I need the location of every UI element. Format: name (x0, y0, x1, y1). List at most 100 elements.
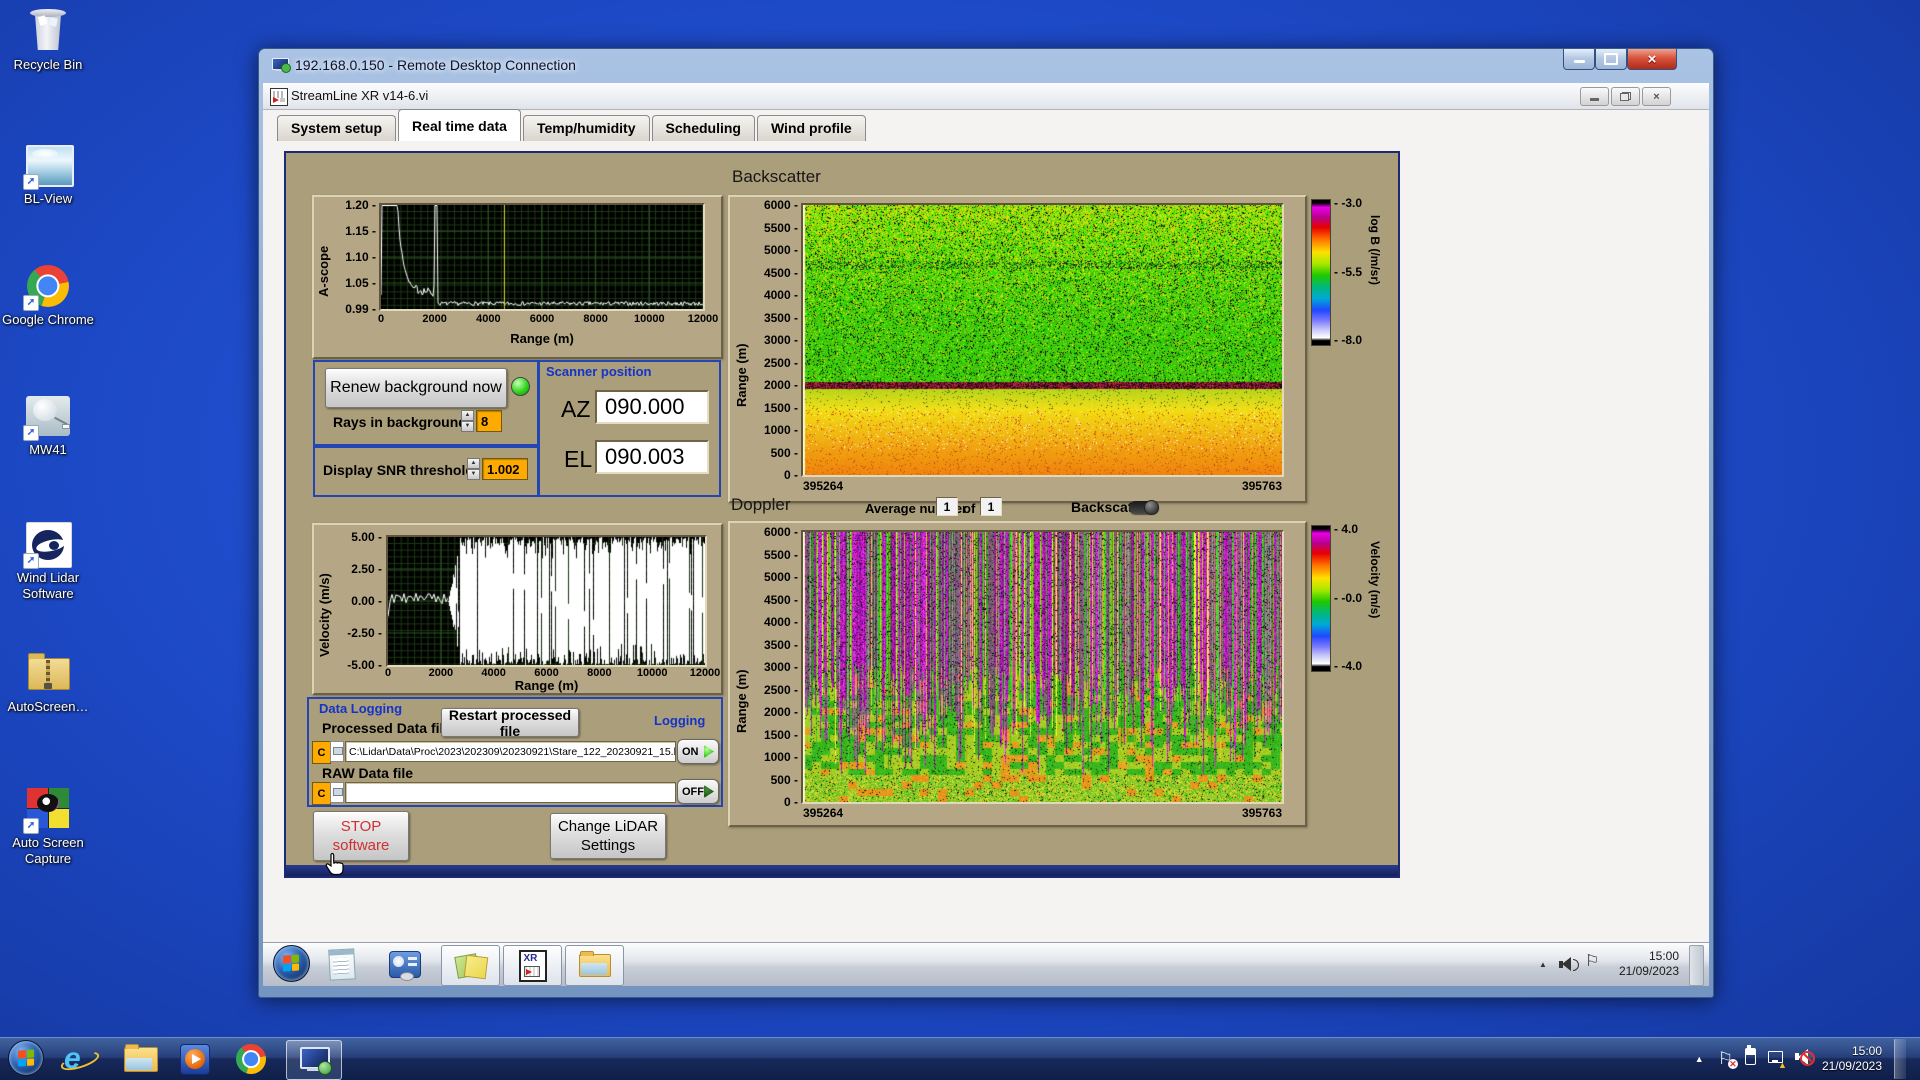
tick-label: -5.5 (1334, 266, 1362, 278)
rays-spinner[interactable]: ▲▼ (461, 410, 474, 432)
maximize-button[interactable] (1595, 49, 1627, 70)
average-number-field[interactable]: 1 (936, 497, 958, 516)
power-icon[interactable] (1745, 1048, 1756, 1070)
app-title: StreamLine XR v14-6.vi (291, 88, 428, 103)
desktop-icon-label: Recycle Bin (0, 57, 96, 73)
backscatter-heatmap (803, 205, 1282, 475)
remote-start-button[interactable] (273, 947, 310, 979)
tab-system-setup[interactable]: System setup (277, 115, 396, 141)
processed-path-field[interactable]: C:\Lidar\Data\Proc\2023\202309\20230921\… (345, 741, 676, 762)
desktop-icon-mw41[interactable]: ➚ MW41 (0, 393, 96, 458)
doppler-ylabel: Range (m) (734, 623, 749, 733)
backscatter-doppler-toggle[interactable] (1129, 501, 1159, 514)
chrome-taskbar-icon[interactable] (236, 1043, 266, 1075)
host-time: 15:00 (1822, 1044, 1882, 1059)
tab-scheduling[interactable]: Scheduling (652, 115, 755, 141)
doppler-colorbar (1311, 525, 1331, 672)
action-center-flag-icon[interactable]: ⚐✕ (1718, 1049, 1733, 1069)
streamline-xr-taskbar-button[interactable]: XR (503, 945, 562, 986)
host-clock[interactable]: 15:00 21/09/2023 (1822, 1044, 1882, 1074)
tick-label: 0.99 (345, 303, 376, 315)
restart-processed-button[interactable]: Restart processed file (441, 708, 579, 737)
desktop-icon-autoscreen-zip[interactable]: AutoScreen… (0, 650, 96, 715)
rays-value-field[interactable]: 8 (476, 410, 502, 432)
tick-label: 0 (378, 313, 384, 325)
processed-logging-toggle[interactable]: ON (677, 739, 719, 764)
raw-drive-selector[interactable]: C (312, 782, 331, 805)
remote-clock[interactable]: 15:00 21/09/2023 (1607, 949, 1679, 979)
snr-value-field[interactable]: 1.002 (482, 458, 528, 480)
tick-label: 2000 (422, 313, 446, 325)
close-button[interactable]: × (1627, 49, 1677, 70)
tick-label: 3500 (764, 639, 798, 651)
on-label: ON (682, 746, 699, 758)
network-icon[interactable]: ▲ (1768, 1050, 1783, 1068)
processed-browse-icon[interactable] (330, 741, 344, 762)
start-button[interactable] (8, 1042, 44, 1074)
app-restore-button[interactable] (1611, 87, 1640, 106)
desktop-icon-label: Wind Lidar Software (0, 570, 96, 602)
az-value-field[interactable]: 090.000 (595, 390, 709, 424)
minimize-button[interactable] (1563, 49, 1595, 70)
rays-label: Rays in background (333, 414, 467, 430)
processed-drive-selector[interactable]: C (312, 741, 331, 764)
app-close-button[interactable]: × (1642, 87, 1671, 106)
raw-logging-toggle[interactable]: OFF (677, 779, 719, 804)
average-total-field[interactable]: 1 (980, 497, 1002, 516)
backscatter-colorbar (1311, 199, 1331, 346)
app-minimize-button[interactable] (1580, 87, 1609, 106)
tick-label: 4500 (764, 267, 798, 279)
desktop-icon-google-chrome[interactable]: ➚ Google Chrome (0, 263, 96, 328)
desktop-icon-label: BL-View (0, 191, 96, 207)
raw-browse-icon[interactable] (330, 782, 344, 803)
remote-show-hidden-icons[interactable]: ▲ (1539, 960, 1547, 969)
show-desktop-button[interactable] (1894, 1039, 1906, 1079)
tab-wind-profile[interactable]: Wind profile (757, 115, 866, 141)
shortcut-arrow-icon: ➚ (23, 818, 39, 834)
tick-label: 5500 (764, 222, 798, 234)
panel-bottom-bar (286, 865, 1398, 876)
windows-explorer-icon[interactable] (124, 1043, 158, 1075)
logging-label: Logging (654, 713, 705, 728)
show-hidden-icons[interactable]: ▲ (1695, 1054, 1704, 1064)
app-titlebar[interactable]: StreamLine XR v14-6.vi × (263, 83, 1709, 110)
change-lidar-settings-button[interactable]: Change LiDAR Settings (550, 813, 666, 859)
tab-temp-humidity[interactable]: Temp/humidity (523, 115, 650, 141)
desktop-icon-bl-view[interactable]: ➚ BL-View (0, 142, 96, 207)
tick-label: 1500 (764, 402, 798, 414)
tick-label: 0 (784, 796, 798, 808)
chrome-icon: ➚ (25, 263, 71, 309)
renew-background-button[interactable]: Renew background now (325, 368, 507, 408)
volume-muted-icon[interactable] (1795, 1049, 1808, 1070)
explorer-taskbar-button[interactable] (565, 945, 624, 986)
desktop-icon-wind-lidar[interactable]: ➚ Wind Lidar Software (0, 521, 96, 602)
sticky-notes-taskbar-button[interactable] (441, 945, 500, 986)
desktop-icon-recycle-bin[interactable]: Recycle Bin (0, 8, 96, 73)
remote-flag-icon[interactable]: ⚐ (1585, 951, 1599, 971)
media-player-icon[interactable] (180, 1043, 210, 1075)
doppler-x-end: 395763 (1182, 806, 1282, 820)
shortcut-arrow-icon: ➚ (23, 295, 39, 311)
notepad-icon[interactable] (329, 948, 355, 980)
tick-label: 4000 (476, 313, 500, 325)
display-settings-icon[interactable] (389, 948, 421, 980)
el-value-field[interactable]: 090.003 (595, 440, 709, 474)
tick-label: 1500 (764, 729, 798, 741)
backscatter-x-start: 395264 (803, 479, 843, 493)
tick-label: -8.0 (1334, 334, 1362, 346)
velocity-graph: 5.002.500.00-2.50-5.00 Velocity (m/s) 02… (312, 523, 723, 695)
internet-explorer-icon[interactable]: e (64, 1043, 81, 1075)
tick-label: -0.0 (1334, 592, 1362, 604)
desktop-icon-auto-screen-capture[interactable]: ➚ Auto Screen Capture (0, 786, 96, 867)
rdp-titlebar[interactable]: 192.168.0.150 - Remote Desktop Connectio… (259, 49, 1713, 83)
raw-path-field[interactable] (345, 782, 676, 803)
tab-strip: System setup Real time data Temp/humidit… (277, 109, 868, 141)
tab-real-time-data[interactable]: Real time data (398, 109, 521, 141)
remote-show-desktop[interactable] (1689, 945, 1704, 986)
raw-file-label: RAW Data file (322, 765, 413, 781)
tick-label: -3.0 (1334, 197, 1362, 209)
snr-spinner[interactable]: ▲▼ (467, 458, 480, 480)
ascope-plot (381, 205, 703, 309)
remote-desktop-taskbar-button[interactable] (286, 1040, 342, 1080)
scanner-position-box: Scanner position AZ 090.000 EL 090.003 (537, 360, 721, 497)
